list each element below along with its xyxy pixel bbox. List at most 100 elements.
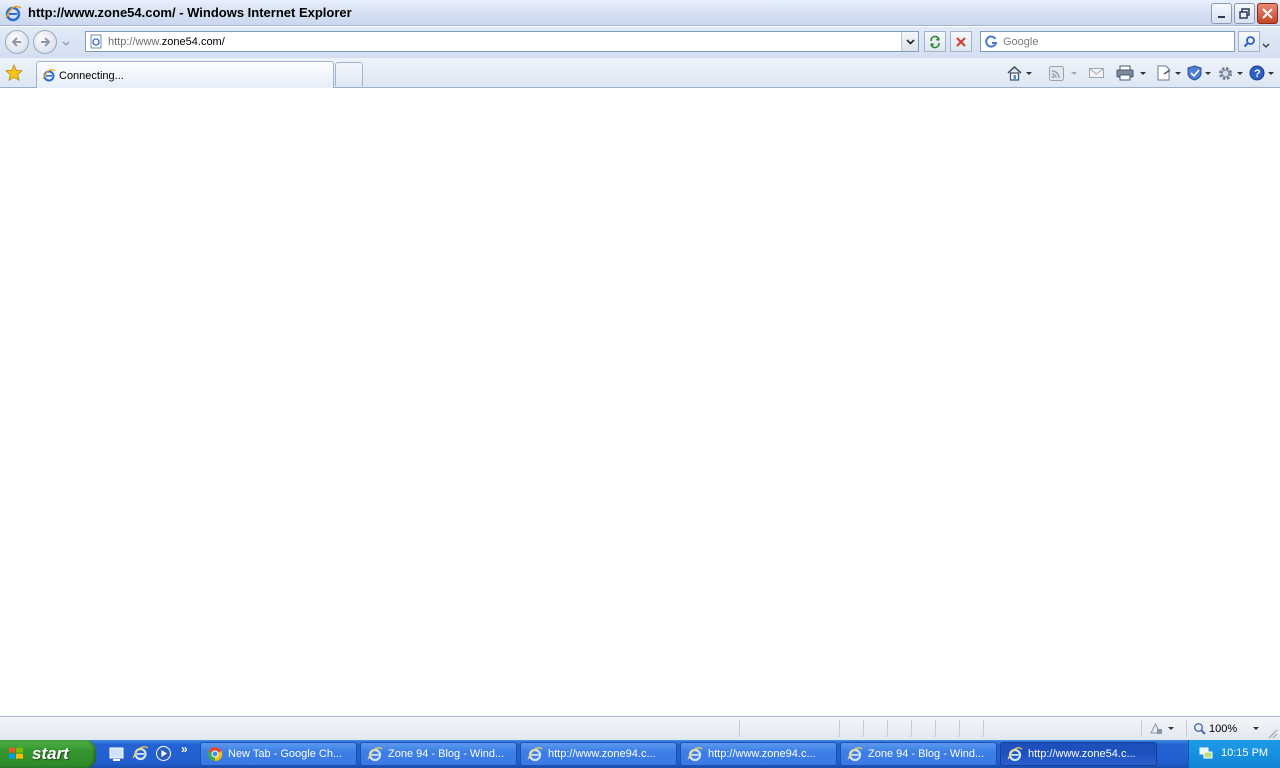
back-button[interactable] — [5, 30, 29, 54]
refresh-icon — [930, 35, 940, 48]
forward-arrow-icon — [41, 37, 51, 47]
back-arrow-icon — [11, 37, 21, 47]
status-divider — [911, 720, 912, 737]
refresh-button[interactable] — [924, 31, 946, 52]
stop-button[interactable] — [950, 31, 972, 52]
page-content-area[interactable] — [0, 88, 1280, 716]
taskbar-button-label: http://www.zone54.c... — [1028, 748, 1136, 760]
tools-menu-button[interactable] — [1217, 64, 1243, 82]
ie-icon — [1007, 747, 1023, 762]
url-text[interactable]: http://www.zone54.com/ — [108, 36, 225, 48]
title-bar: http://www.zone54.com/ - Windows Interne… — [0, 0, 1280, 26]
zoom-dropdown-caret[interactable] — [1253, 727, 1260, 730]
stop-icon — [956, 36, 966, 47]
status-divider — [1141, 720, 1142, 737]
home-button[interactable] — [1006, 64, 1032, 82]
url-prefix: http://www. — [108, 36, 162, 48]
windows-taskbar: start » New Tab - Google Ch... Zone 94 -… — [0, 740, 1280, 768]
feeds-button[interactable] — [1049, 64, 1077, 82]
tools-dropdown-caret[interactable] — [1237, 71, 1243, 75]
taskbar-button-label: Zone 94 - Blog - Wind... — [388, 748, 505, 760]
favorites-button[interactable] — [4, 63, 24, 83]
page-menu-button[interactable] — [1156, 64, 1181, 82]
svg-text:?: ? — [1254, 68, 1261, 80]
close-icon — [1262, 8, 1273, 19]
home-icon — [1007, 65, 1022, 81]
resize-grip-icon[interactable] — [1267, 728, 1278, 739]
zoom-control[interactable]: 100% — [1193, 722, 1260, 735]
help-icon: ? — [1249, 65, 1265, 81]
safety-menu-button[interactable] — [1187, 64, 1211, 82]
ie-logo-icon — [5, 5, 22, 22]
address-bar[interactable]: http://www.zone54.com/ — [85, 31, 919, 52]
status-divider — [935, 720, 936, 737]
status-divider — [959, 720, 960, 737]
help-menu-button[interactable]: ? — [1249, 64, 1274, 82]
taskbar-button-zone94-page-2[interactable]: http://www.zone94.c... — [680, 742, 837, 766]
read-mail-button[interactable] — [1089, 64, 1104, 82]
new-tab-button[interactable] — [335, 62, 363, 86]
search-box[interactable]: Google — [980, 31, 1235, 52]
taskbar-button-label: Zone 94 - Blog - Wind... — [868, 748, 985, 760]
page-icon — [90, 34, 102, 49]
taskbar-button-zone94-blog-2[interactable]: Zone 94 - Blog - Wind... — [840, 742, 997, 766]
protected-mode-button[interactable] — [1148, 721, 1174, 736]
safety-shield-icon — [1187, 65, 1202, 81]
show-desktop-icon[interactable] — [108, 745, 125, 762]
taskbar-button-zone54-active[interactable]: http://www.zone54.c... — [1000, 742, 1157, 766]
print-button[interactable] — [1116, 64, 1146, 82]
windows-flag-icon — [9, 747, 23, 759]
chrome-icon — [207, 747, 223, 762]
window-title: http://www.zone54.com/ - Windows Interne… — [28, 5, 352, 20]
network-tray-icon[interactable] — [1199, 746, 1213, 760]
status-divider — [983, 720, 984, 737]
close-window-button[interactable] — [1257, 3, 1278, 24]
tab-command-bar: Connecting... ? — [0, 58, 1280, 88]
taskbar-button-zone94-blog[interactable]: Zone 94 - Blog - Wind... — [360, 742, 517, 766]
forward-button[interactable] — [33, 30, 57, 54]
ie-quicklaunch-icon[interactable] — [132, 745, 149, 762]
page-dropdown-caret[interactable] — [1175, 71, 1181, 75]
ie-icon — [527, 747, 543, 762]
url-domain: zone54.com/ — [161, 36, 225, 48]
tab-connecting[interactable]: Connecting... — [36, 61, 334, 88]
recent-pages-dropdown[interactable] — [62, 38, 70, 50]
search-placeholder: Google — [1003, 36, 1039, 48]
quicklaunch-more-button[interactable]: » — [181, 742, 188, 756]
help-dropdown-caret[interactable] — [1268, 71, 1274, 75]
ie-icon — [367, 747, 383, 762]
taskbar-button-zone94-page[interactable]: http://www.zone94.c... — [520, 742, 677, 766]
taskbar-button-label: New Tab - Google Ch... — [228, 748, 343, 760]
search-button[interactable] — [1238, 31, 1260, 52]
zoom-level: 100% — [1209, 722, 1238, 735]
print-dropdown-caret[interactable] — [1140, 71, 1146, 75]
minimize-button[interactable] — [1211, 3, 1232, 24]
status-divider — [887, 720, 888, 737]
zone-dropdown-caret[interactable] — [1168, 727, 1174, 730]
address-dropdown-button[interactable] — [901, 32, 918, 51]
start-label: start — [32, 744, 69, 763]
feeds-dropdown-caret[interactable] — [1071, 71, 1077, 75]
status-divider — [839, 720, 840, 737]
taskbar-button-chrome[interactable]: New Tab - Google Ch... — [200, 742, 357, 766]
home-dropdown-caret[interactable] — [1026, 71, 1032, 75]
safety-dropdown-caret[interactable] — [1205, 71, 1211, 75]
zoom-magnifier-icon — [1194, 723, 1206, 735]
restore-icon — [1239, 8, 1250, 19]
start-button[interactable]: start — [0, 740, 96, 768]
media-player-icon[interactable] — [155, 745, 172, 762]
page-menu-icon — [1157, 65, 1171, 81]
chevron-down-icon — [62, 41, 70, 46]
magnifier-icon — [1243, 36, 1255, 48]
ie-icon — [847, 747, 863, 762]
search-options-dropdown[interactable] — [1262, 39, 1270, 51]
favorites-star-icon — [5, 64, 23, 82]
minimize-icon — [1217, 15, 1225, 18]
status-divider — [739, 720, 740, 737]
system-clock[interactable]: 10:15 PM — [1221, 747, 1268, 759]
security-zone-icon — [1150, 722, 1162, 734]
navigation-bar: http://www.zone54.com/ Google — [0, 27, 1280, 58]
google-icon — [985, 35, 998, 48]
restore-button[interactable] — [1234, 3, 1255, 24]
status-divider — [863, 720, 864, 737]
